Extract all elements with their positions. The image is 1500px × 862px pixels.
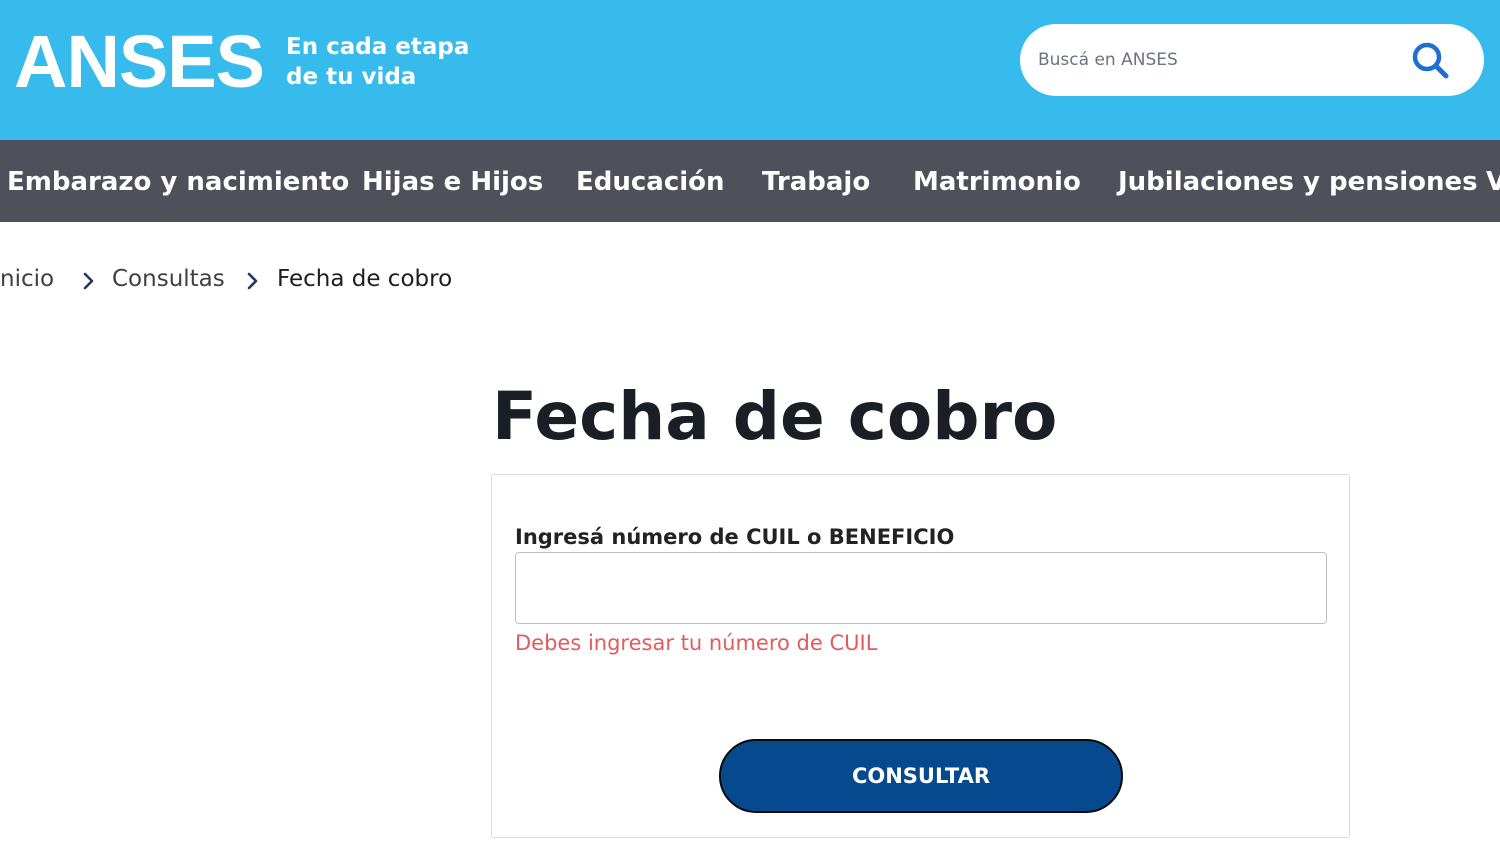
consultar-button[interactable]: CONSULTAR [719, 739, 1123, 813]
page-title: Fecha de cobro [492, 378, 1058, 455]
error-message: Debes ingresar tu número de CUIL [515, 631, 878, 655]
cuil-field-label: Ingresá número de CUIL o BENEFICIO [515, 525, 955, 549]
main-nav: Embarazo y nacimiento Hijas e Hijos Educ… [0, 140, 1500, 222]
nav-item-matrimonio[interactable]: Matrimonio [913, 140, 1081, 222]
breadcrumb-inicio[interactable]: nicio [0, 266, 54, 292]
nav-item-educacion[interactable]: Educación [576, 140, 725, 222]
nav-item-trabajo[interactable]: Trabajo [762, 140, 870, 222]
search-icon[interactable] [1410, 40, 1450, 80]
search-input[interactable] [1036, 42, 1396, 78]
chevron-right-icon [83, 272, 94, 290]
cuil-input[interactable] [515, 552, 1327, 624]
nav-item-jubilaciones[interactable]: Jubilaciones y pensiones [1118, 140, 1478, 222]
tagline: En cada etapa de tu vida [286, 32, 469, 92]
form-card: Ingresá número de CUIL o BENEFICIO Debes… [491, 474, 1350, 838]
tagline-line-2: de tu vida [286, 64, 417, 90]
breadcrumb-consultas[interactable]: Consultas [112, 266, 225, 292]
nav-item-embarazo[interactable]: Embarazo y nacimiento [7, 140, 349, 222]
breadcrumb-current: Fecha de cobro [277, 266, 453, 292]
nav-item-hijos[interactable]: Hijas e Hijos [362, 140, 543, 222]
anses-logo[interactable]: ANSES [14, 22, 265, 102]
tagline-line-1: En cada etapa [286, 34, 470, 60]
site-header: ANSES En cada etapa de tu vida [0, 0, 1500, 140]
nav-item-truncated[interactable]: V [1486, 140, 1500, 222]
chevron-right-icon [247, 272, 258, 290]
